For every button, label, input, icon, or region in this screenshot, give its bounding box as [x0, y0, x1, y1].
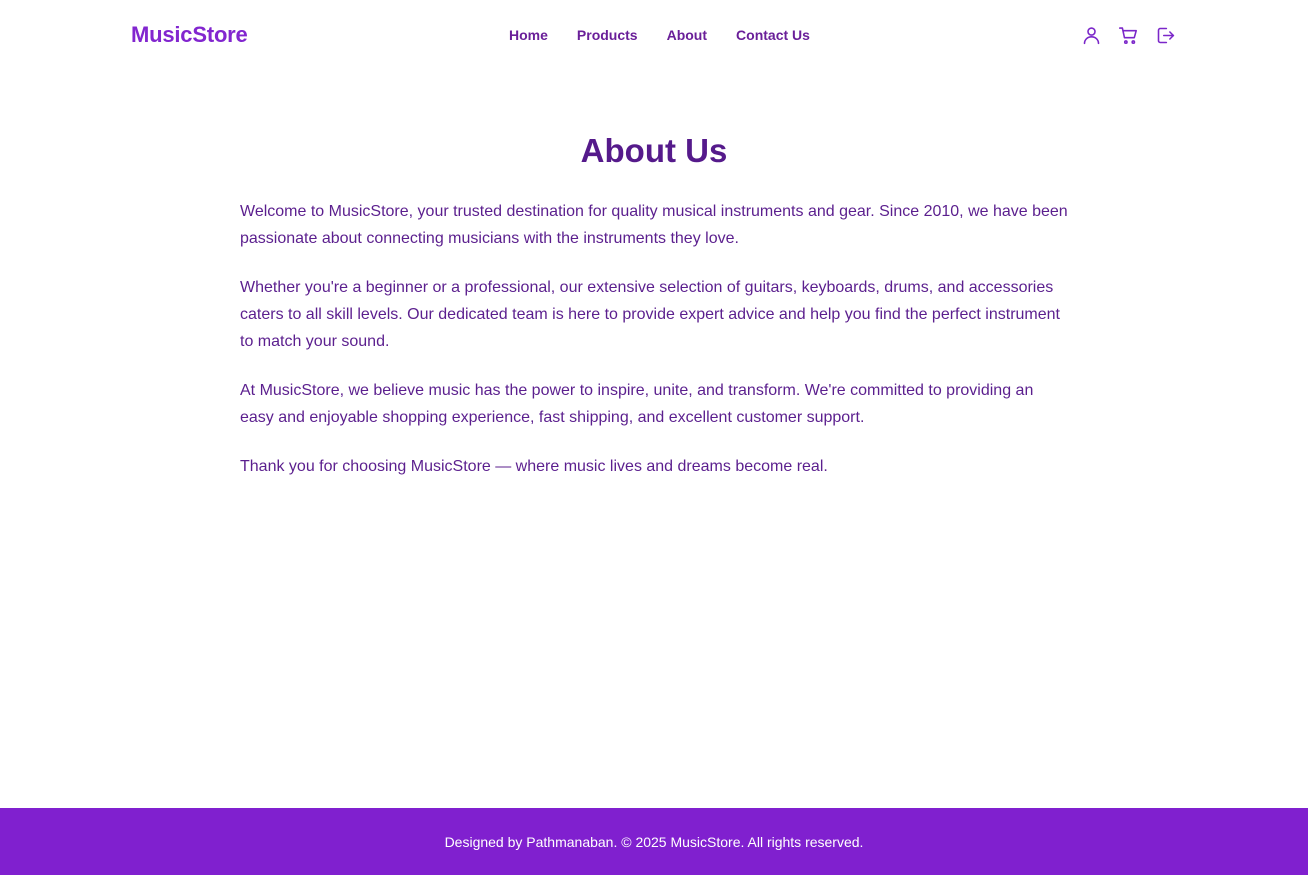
nav-products-link[interactable]: Products [577, 27, 638, 43]
about-paragraph: At MusicStore, we believe music has the … [240, 382, 1034, 426]
page-title: About Us [580, 132, 728, 169]
site-footer: Designed by Pathmanaban. © 2025 MusicSto… [0, 808, 1308, 875]
about-content: Welcome to MusicStore, your trusted dest… [240, 198, 1068, 480]
cart-icon[interactable] [1118, 25, 1139, 46]
site-header: MusicStore Home Products About Contact U… [0, 0, 1308, 74]
about-section: About Us Welcome to MusicStore, your tru… [0, 120, 1308, 502]
about-paragraph: Thank you for choosing MusicStore — wher… [240, 458, 828, 475]
logout-icon[interactable] [1155, 25, 1176, 46]
footer-text: Designed by Pathmanaban. © 2025 MusicSto… [444, 833, 864, 850]
main-nav: Home Products About Contact Us [509, 27, 810, 43]
page: MusicStore Home Products About Contact U… [0, 0, 1308, 875]
header-actions [1081, 25, 1176, 46]
brand-logo[interactable]: MusicStore [131, 22, 248, 48]
about-paragraph: Welcome to MusicStore, your trusted dest… [240, 203, 1068, 247]
nav-home-link[interactable]: Home [509, 27, 548, 43]
about-paragraph: Whether you're a beginner or a professio… [240, 279, 1060, 350]
nav-about-link[interactable]: About [667, 27, 707, 43]
nav-contact-link[interactable]: Contact Us [736, 27, 810, 43]
user-icon[interactable] [1081, 25, 1102, 46]
